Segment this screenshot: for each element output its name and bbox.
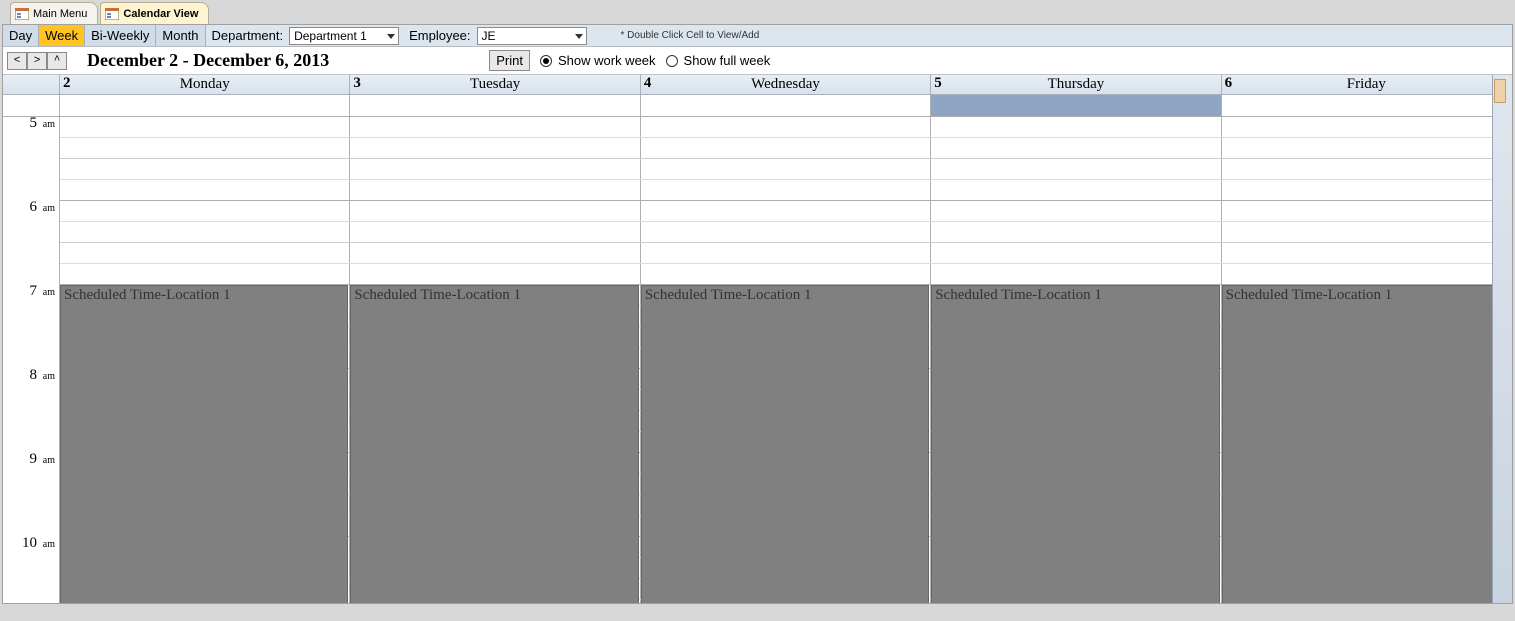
radio-dot-icon	[666, 55, 678, 67]
nav-toolbar: < > ^ December 2 - December 6, 2013 Prin…	[3, 47, 1512, 75]
day-number: 4	[644, 75, 652, 92]
tab-main-menu[interactable]: Main Menu	[10, 2, 98, 24]
next-button[interactable]: >	[27, 52, 47, 70]
day-number: 5	[934, 75, 942, 92]
view-toolbar: Day Week Bi-Weekly Month Department: Dep…	[3, 25, 1512, 47]
allday-row	[60, 95, 1512, 117]
day-name: Monday	[180, 76, 230, 93]
day-name: Thursday	[1048, 76, 1105, 93]
calendar-content: Day Week Bi-Weekly Month Department: Dep…	[2, 24, 1513, 604]
radio-dot-icon	[540, 55, 552, 67]
time-label: 5am	[3, 117, 59, 201]
date-range-title: December 2 - December 6, 2013	[87, 50, 329, 71]
day-number: 2	[63, 75, 71, 92]
scroll-indicator-icon	[1494, 79, 1506, 103]
view-month[interactable]: Month	[156, 25, 205, 46]
dept-label: Department:	[206, 28, 290, 43]
day-header[interactable]: 4 Wednesday	[641, 75, 931, 94]
tab-label: Calendar View	[123, 8, 198, 20]
radio-workweek[interactable]: Show work week	[540, 53, 656, 68]
time-label: 9am	[3, 453, 59, 537]
day-header[interactable]: 5 Thursday	[931, 75, 1221, 94]
time-label: 7am	[3, 285, 59, 369]
emp-label: Employee:	[403, 28, 476, 43]
day-header[interactable]: 3 Tuesday	[350, 75, 640, 94]
prev-button[interactable]: <	[7, 52, 27, 70]
hint-text: * Double Click Cell to View/Add	[591, 30, 760, 41]
scheduled-event[interactable]: Scheduled Time-Location 1	[1222, 285, 1510, 603]
tab-label: Main Menu	[33, 8, 87, 20]
allday-cell[interactable]	[60, 95, 350, 116]
form-icon	[15, 8, 29, 20]
day-header-row: 2 Monday 3 Tuesday 4 Wednesday 5 Thursday 6 Frida…	[60, 75, 1512, 95]
scheduled-event[interactable]: Scheduled Time-Location 1	[931, 285, 1219, 603]
day-header[interactable]: 2 Monday	[60, 75, 350, 94]
scheduled-event[interactable]: Scheduled Time-Location 1	[60, 285, 348, 603]
emp-dropdown[interactable]: JE	[477, 27, 587, 45]
dept-dropdown[interactable]: Department 1	[289, 27, 399, 45]
day-number: 3	[353, 75, 361, 92]
time-gutter: 5am6am7am8am9am10am	[3, 75, 60, 603]
allday-cell[interactable]	[350, 95, 640, 116]
time-label: 8am	[3, 369, 59, 453]
allday-cell[interactable]	[1222, 95, 1512, 116]
time-label: 6am	[3, 201, 59, 285]
tab-calendar-view[interactable]: Calendar View	[100, 2, 209, 24]
day-name: Friday	[1347, 76, 1386, 93]
scheduled-event[interactable]: Scheduled Time-Location 1	[641, 285, 929, 603]
scrollbar-track[interactable]	[1492, 75, 1512, 603]
time-label: 10am	[3, 537, 59, 621]
allday-cell[interactable]	[931, 95, 1221, 116]
view-week[interactable]: Week	[39, 25, 85, 46]
day-number: 6	[1225, 75, 1233, 92]
radio-fullweek[interactable]: Show full week	[666, 53, 771, 68]
scheduled-event[interactable]: Scheduled Time-Location 1	[350, 285, 638, 603]
view-day[interactable]: Day	[3, 25, 39, 46]
form-icon	[105, 8, 119, 20]
print-button[interactable]: Print	[489, 50, 530, 71]
day-name: Tuesday	[470, 76, 520, 93]
tab-bar: Main Menu Calendar View	[2, 2, 1513, 24]
day-name: Wednesday	[751, 76, 820, 93]
up-button[interactable]: ^	[47, 52, 67, 70]
day-header[interactable]: 6 Friday	[1222, 75, 1512, 94]
view-biweekly[interactable]: Bi-Weekly	[85, 25, 156, 46]
allday-cell[interactable]	[641, 95, 931, 116]
